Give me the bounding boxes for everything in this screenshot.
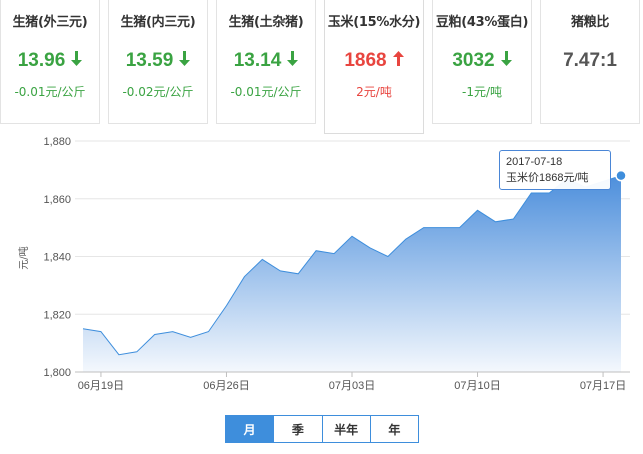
tab-half-year[interactable]: 半年 [321, 416, 370, 442]
arrow-up-icon [392, 50, 404, 72]
card-name: 猪粮比 [570, 15, 610, 30]
card-corn[interactable]: 玉米(15%水分) 1868 2元/吨 [324, 0, 424, 134]
y-axis-label: 元/吨 [17, 246, 30, 269]
y-tick-label: 1,820 [43, 309, 71, 321]
card-name: 生猪(外三元) [12, 15, 88, 30]
x-axis: 06月19日 06月26日 07月03日 07月10日 07月17日 [75, 371, 630, 392]
range-tabs: 月 季 半年 年 [225, 415, 419, 443]
card-price: 13.59 [109, 50, 207, 72]
x-tick-label: 07月10日 [454, 380, 500, 392]
card-pig-domestic-ternary[interactable]: 生猪(内三元) 13.59 -0.02元/公斤 [108, 0, 208, 124]
tab-quarter[interactable]: 季 [273, 416, 322, 442]
y-axis: 1,800 1,820 1,840 1,860 1,880 [43, 136, 71, 379]
card-price: 7.47:1 [563, 50, 617, 71]
price-chart: 1,800 1,820 1,840 1,860 1,880 元/吨 06月19日 06月2… [0, 134, 643, 454]
card-price: 3032 [433, 50, 531, 72]
data-point-highlight[interactable] [615, 169, 627, 182]
card-price: 13.96 [1, 50, 99, 72]
card-name: 玉米(15%水分) [327, 15, 421, 30]
tooltip-value: 玉米价1868元/吨 [506, 172, 589, 184]
card-price: 1868 [325, 50, 423, 72]
arrow-down-icon [71, 50, 83, 72]
series-points [615, 169, 627, 182]
card-pig-mixed-breed[interactable]: 生猪(土杂猪) 13.14 -0.01元/公斤 [216, 0, 316, 124]
tab-year[interactable]: 年 [369, 416, 418, 442]
card-pig-foreign-ternary[interactable]: 生猪(外三元) 13.96 -0.01元/公斤 [0, 0, 100, 124]
arrow-down-icon [179, 50, 191, 72]
y-tick-label: 1,840 [43, 252, 71, 264]
y-tick-label: 1,880 [43, 136, 71, 148]
card-change: -1元/吨 [461, 85, 502, 100]
tooltip-date: 2017-07-18 [506, 156, 563, 168]
tab-month[interactable]: 月 [226, 416, 274, 442]
card-name: 生猪(内三元) [120, 15, 196, 30]
card-change: -0.02元/公斤 [122, 85, 194, 100]
card-change: -0.01元/公斤 [14, 85, 86, 100]
x-tick-label: 07月17日 [580, 380, 626, 392]
y-tick-label: 1,860 [43, 194, 71, 206]
arrow-down-icon [287, 50, 299, 72]
x-tick-label: 06月26日 [203, 380, 249, 392]
card-change: 2元/吨 [356, 85, 392, 100]
chart-tooltip: 2017-07-18 玉米价1868元/吨 [499, 150, 611, 190]
price-cards: 生猪(外三元) 13.96 -0.01元/公斤 生猪(内三元) 13.59 -0… [0, 0, 643, 134]
x-tick-label: 06月19日 [78, 380, 124, 392]
card-change: -0.01元/公斤 [230, 85, 302, 100]
card-name: 生猪(土杂猪) [228, 15, 304, 30]
card-price: 13.14 [217, 50, 315, 72]
card-name: 豆粕(43%蛋白) [435, 15, 529, 30]
card-pig-grain-ratio[interactable]: 猪粮比 7.47:1 [540, 0, 640, 124]
card-soybean-meal[interactable]: 豆粕(43%蛋白) 3032 -1元/吨 [432, 0, 532, 124]
arrow-down-icon [500, 50, 512, 72]
series-area [83, 175, 621, 372]
x-tick-label: 07月03日 [329, 380, 375, 392]
y-tick-label: 1,800 [43, 367, 71, 379]
